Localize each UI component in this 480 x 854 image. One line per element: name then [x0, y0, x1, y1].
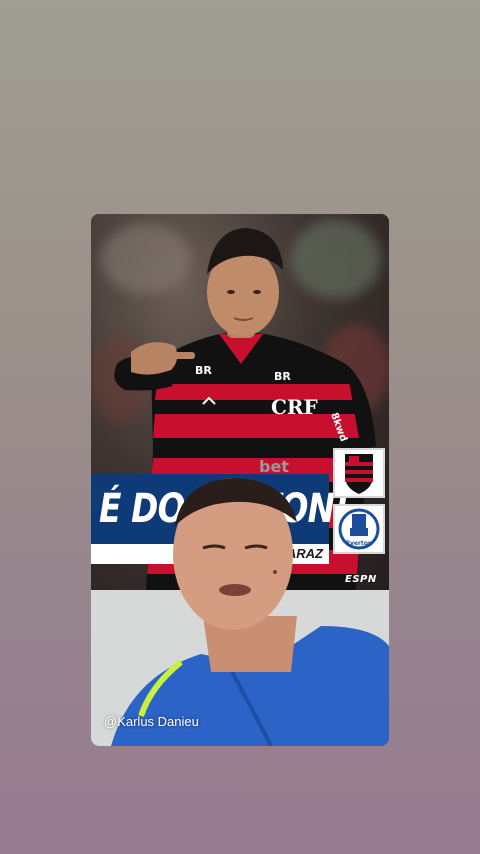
story-media-card[interactable]: BR BR CRF 8kwd bet É DO EV TON! GARAZ Ev… — [91, 214, 389, 746]
jersey-sponsor-left: BR — [195, 364, 212, 377]
jersey-sponsor-right: BR — [274, 370, 291, 383]
jersey-chest-crest: CRF — [271, 395, 318, 419]
creator-webcam-image — [111, 478, 389, 746]
creator-handle: @Karlus Danieu — [104, 714, 199, 729]
